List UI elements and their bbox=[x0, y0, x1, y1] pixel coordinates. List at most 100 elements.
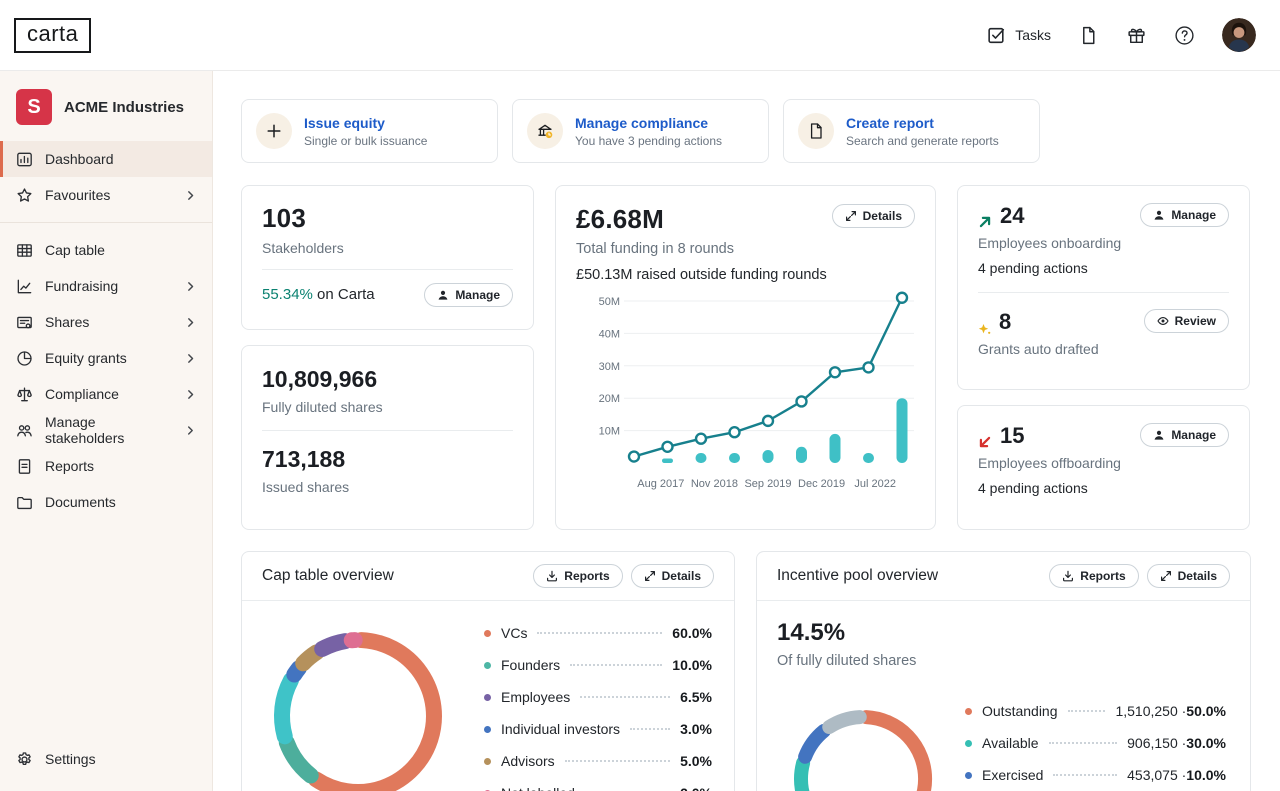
manage-stakeholders-button[interactable]: Manage bbox=[424, 283, 513, 307]
action-title: Create report bbox=[846, 115, 999, 131]
person-icon bbox=[1153, 429, 1165, 441]
star-icon bbox=[16, 187, 33, 204]
action-subtitle: Single or bulk issuance bbox=[304, 134, 427, 148]
legend-leader bbox=[1068, 710, 1106, 712]
reports-icon bbox=[16, 458, 33, 475]
svg-text:Jul 2022: Jul 2022 bbox=[854, 478, 896, 490]
company-switcher[interactable]: S ACME Industries bbox=[0, 71, 212, 141]
action-card-issue-equity[interactable]: Issue equity Single or bulk issuance bbox=[241, 99, 498, 163]
carta-logo[interactable]: carta bbox=[14, 18, 91, 53]
legend-item-individual-investors: Individual investors 3.0% bbox=[484, 713, 712, 745]
legend-dot bbox=[484, 662, 491, 669]
tasks-button[interactable]: Tasks bbox=[986, 25, 1051, 46]
stakeholders-count: 103 bbox=[262, 203, 513, 234]
donut-segment-outstanding bbox=[866, 717, 925, 791]
svg-text:20M: 20M bbox=[599, 393, 620, 405]
legend-leader bbox=[570, 664, 662, 666]
donut-segment-advisors bbox=[303, 652, 316, 663]
quick-actions: Issue equity Single or bulk issuance Manag… bbox=[241, 99, 1251, 163]
chevron-right-icon bbox=[185, 425, 196, 436]
offboarding-manage-button[interactable]: Manage bbox=[1140, 423, 1229, 447]
on-carta-stat: 55.34% on Carta bbox=[262, 286, 375, 304]
sidebar-item-shares[interactable]: Shares bbox=[0, 304, 212, 340]
sidebar: S ACME Industries Dashboard Favourites Cap… bbox=[0, 71, 213, 791]
incentive-legend: Outstanding1,510,250 · 50.0%Available906… bbox=[965, 695, 1226, 791]
sidebar-item-manage-stakeholders[interactable]: Manage stakeholders bbox=[0, 412, 212, 448]
file-icon bbox=[798, 113, 834, 149]
donut-segment-vcs bbox=[316, 640, 434, 791]
eye-icon bbox=[1157, 315, 1169, 327]
offboarding-label: Employees offboarding bbox=[978, 455, 1229, 471]
document-icon[interactable] bbox=[1078, 25, 1099, 46]
action-card-manage-compliance[interactable]: Manage complianceYou have 3 pending acti… bbox=[512, 99, 769, 163]
funding-details-button[interactable]: Details bbox=[832, 204, 915, 228]
legend-label: Not labelled bbox=[501, 785, 575, 791]
svg-text:Dec 2019: Dec 2019 bbox=[798, 478, 845, 490]
topbar: carta Tasks bbox=[0, 0, 1280, 71]
download-icon bbox=[546, 570, 558, 582]
sidebar-item-equity-grants[interactable]: Equity grants bbox=[0, 340, 212, 376]
onboarding-pending: 4 pending actions bbox=[978, 260, 1229, 276]
legend-pct: 30.0% bbox=[1186, 735, 1226, 751]
legend-item-founders: Founders10.0% bbox=[484, 649, 712, 681]
cap-table-overview-card: Cap table overview Reports Details VCs60… bbox=[241, 551, 735, 791]
cap-table-reports-button[interactable]: Reports bbox=[533, 564, 622, 588]
sidebar-item-label: Reports bbox=[45, 458, 94, 474]
svg-text:10M: 10M bbox=[599, 426, 620, 438]
incentive-details-button[interactable]: Details bbox=[1147, 564, 1230, 588]
legend-label: Advisors bbox=[501, 753, 555, 769]
on-carta-pct: 55.34% bbox=[262, 286, 313, 303]
action-subtitle: You have 3 pending actions bbox=[575, 134, 722, 148]
chevron-right-icon bbox=[185, 389, 196, 400]
legend-pct: 60.0% bbox=[672, 625, 712, 641]
svg-text:Nov 2018: Nov 2018 bbox=[691, 478, 738, 490]
legend-value: 1,510,250 · bbox=[1115, 703, 1186, 719]
sidebar-item-favourites[interactable]: Favourites bbox=[0, 177, 212, 213]
sidebar-item-settings[interactable]: Settings bbox=[0, 741, 212, 777]
drafted-review-button[interactable]: Review bbox=[1144, 309, 1229, 333]
sidebar-item-fundraising[interactable]: Fundraising bbox=[0, 268, 212, 304]
stakeholders-icon bbox=[16, 422, 33, 439]
person-icon bbox=[437, 289, 449, 301]
dashboard-icon bbox=[16, 151, 33, 168]
offboarding-card: 15 Manage Employees offboarding 4 pendin… bbox=[957, 405, 1250, 530]
download-icon bbox=[1062, 570, 1074, 582]
action-card-create-report[interactable]: Create report Search and generate reports bbox=[783, 99, 1040, 163]
onboarding-card: 24 Manage Employees onboarding 4 pending… bbox=[957, 185, 1250, 390]
incentive-subtitle: Of fully diluted shares bbox=[777, 653, 1230, 669]
legend-label: Exercised bbox=[982, 767, 1043, 783]
legend-label: Individual investors bbox=[501, 721, 620, 737]
sidebar-item-cap-table[interactable]: Cap table bbox=[0, 232, 212, 268]
gift-icon[interactable] bbox=[1126, 25, 1147, 46]
sidebar-item-dashboard[interactable]: Dashboard bbox=[0, 141, 212, 177]
action-title: Issue equity bbox=[304, 115, 427, 131]
sidebar-item-documents[interactable]: Documents bbox=[0, 484, 212, 520]
sidebar-item-label: Shares bbox=[45, 314, 89, 330]
cap-table-title: Cap table overview bbox=[262, 567, 394, 585]
donut-segment-founders bbox=[287, 743, 311, 776]
cap-table-details-button[interactable]: Details bbox=[631, 564, 714, 588]
legend-item-not-labelled: Not labelled2.0% bbox=[484, 777, 712, 791]
legend-label: Founders bbox=[501, 657, 560, 673]
legend-item-vcs: VCs60.0% bbox=[484, 617, 712, 649]
svg-text:50M: 50M bbox=[599, 296, 620, 308]
captable-icon bbox=[16, 242, 33, 259]
svg-text:30M: 30M bbox=[599, 361, 620, 373]
action-text: Manage complianceYou have 3 pending acti… bbox=[575, 115, 722, 148]
sidebar-divider bbox=[0, 222, 212, 223]
tasks-icon bbox=[986, 25, 1007, 46]
legend-leader bbox=[565, 760, 670, 762]
chevron-right-icon bbox=[185, 281, 196, 292]
legend-pct: 3.0% bbox=[680, 721, 712, 737]
onboarding-manage-button[interactable]: Manage bbox=[1140, 203, 1229, 227]
help-icon[interactable] bbox=[1174, 25, 1195, 46]
onboarding-label: Employees onboarding bbox=[978, 235, 1229, 251]
action-subtitle: Search and generate reports bbox=[846, 134, 999, 148]
incentive-reports-button[interactable]: Reports bbox=[1049, 564, 1138, 588]
sidebar-item-reports[interactable]: Reports bbox=[0, 448, 212, 484]
chevron-right-icon bbox=[185, 317, 196, 328]
avatar[interactable] bbox=[1222, 18, 1256, 52]
sidebar-item-compliance[interactable]: Compliance bbox=[0, 376, 212, 412]
sidebar-item-label: Favourites bbox=[45, 187, 110, 203]
sidebar-item-label: Documents bbox=[45, 494, 116, 510]
